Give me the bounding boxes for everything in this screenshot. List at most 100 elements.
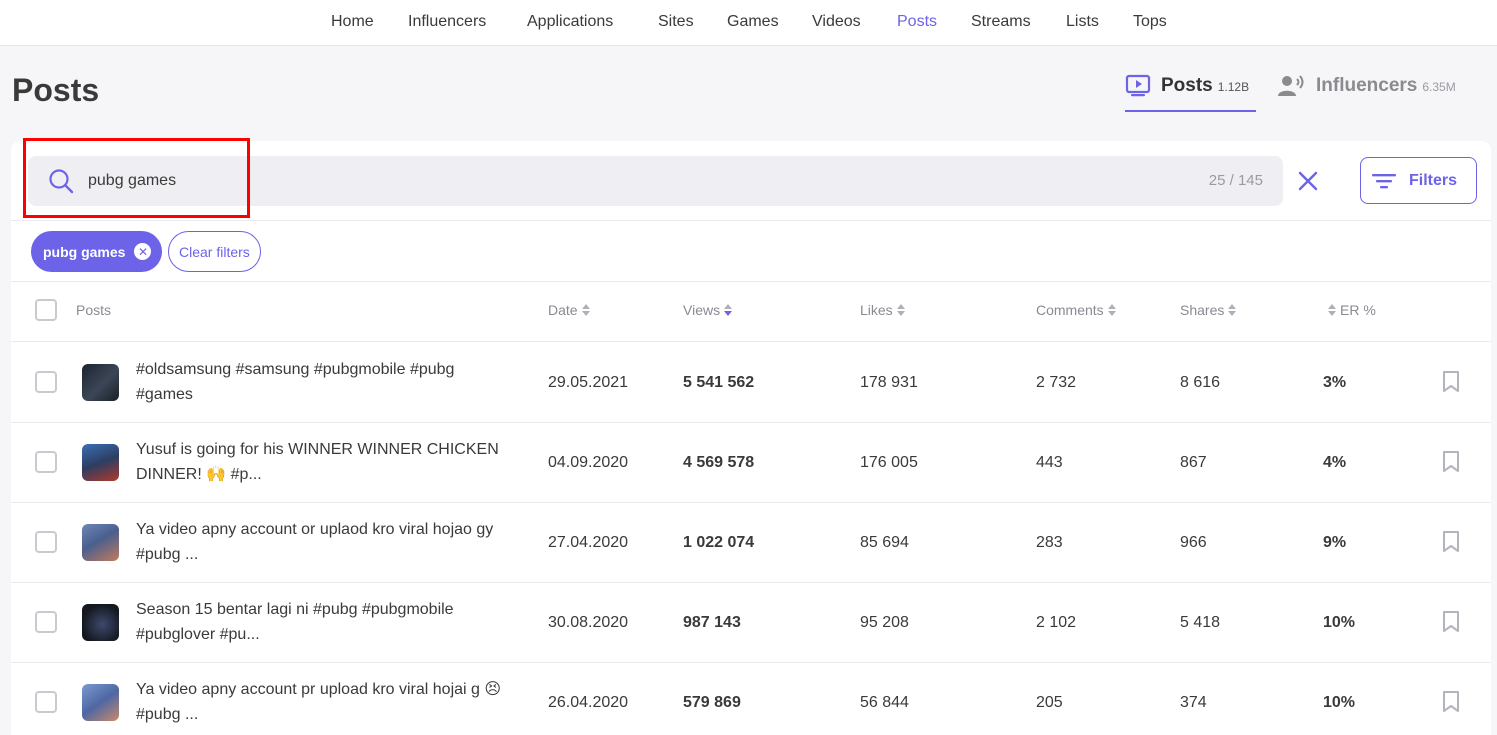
sort-icon — [1107, 304, 1116, 316]
tab-influencers[interactable]: Influencers 6.35M — [1278, 72, 1468, 112]
top-navigation: Home Influencers Applications Sites Game… — [0, 0, 1497, 46]
divider — [11, 422, 1491, 423]
nav-posts[interactable]: Posts — [897, 13, 937, 31]
row-checkbox[interactable] — [35, 451, 57, 473]
post-thumbnail[interactable] — [82, 684, 119, 721]
divider — [11, 220, 1491, 221]
cell-er: 4% — [1323, 454, 1347, 471]
cell-views: 579 869 — [683, 694, 741, 711]
post-thumbnail[interactable] — [82, 604, 119, 641]
bookmark-icon[interactable] — [1442, 531, 1460, 553]
close-icon[interactable] — [1296, 169, 1320, 193]
header-shares-label: Shares — [1180, 302, 1225, 318]
header-date-label: Date — [548, 302, 578, 318]
cell-views: 4 569 578 — [683, 454, 755, 471]
row-checkbox[interactable] — [35, 691, 57, 713]
header-comments[interactable]: Comments — [1036, 302, 1116, 318]
divider — [11, 662, 1491, 663]
cell-views: 987 143 — [683, 614, 741, 631]
post-title[interactable]: Ya video apny account or uplaod kro vira… — [136, 517, 506, 567]
nav-lists[interactable]: Lists — [1066, 13, 1099, 31]
cell-comments: 283 — [1036, 534, 1063, 551]
cell-er: 9% — [1323, 534, 1347, 551]
filter-lines-icon — [1372, 173, 1396, 188]
header-er-label: ER % — [1340, 302, 1376, 318]
tab-influencers-label: Influencers — [1316, 75, 1418, 96]
header-er[interactable]: ER % — [1328, 302, 1376, 318]
cell-shares: 867 — [1180, 454, 1207, 471]
cell-date: 29.05.2021 — [548, 374, 629, 391]
search-icon — [49, 169, 74, 194]
nav-influencers[interactable]: Influencers — [408, 13, 486, 31]
filter-chip-label: pubg games — [43, 243, 126, 260]
filter-chip[interactable]: pubg games ✕ — [31, 231, 163, 272]
search-result-counter: 25 / 145 — [1208, 172, 1263, 189]
cell-views: 5 541 562 — [683, 374, 755, 391]
nav-home[interactable]: Home — [331, 13, 374, 31]
cell-date: 27.04.2020 — [548, 534, 629, 551]
cell-comments: 205 — [1036, 694, 1063, 711]
post-title[interactable]: Ya video apny account pr upload kro vira… — [136, 677, 506, 727]
post-title[interactable]: Yusuf is going for his WINNER WINNER CHI… — [136, 437, 506, 487]
row-checkbox[interactable] — [35, 371, 57, 393]
cell-likes: 176 005 — [860, 454, 918, 471]
select-all-checkbox[interactable] — [35, 299, 57, 321]
bookmark-icon[interactable] — [1442, 371, 1460, 393]
post-thumbnail[interactable] — [82, 524, 119, 561]
header-date[interactable]: Date — [548, 302, 590, 318]
chip-remove-icon[interactable]: ✕ — [134, 243, 152, 260]
header-views[interactable]: Views — [683, 302, 733, 318]
bookmark-icon[interactable] — [1442, 451, 1460, 473]
cell-comments: 443 — [1036, 454, 1063, 471]
header-shares[interactable]: Shares — [1180, 302, 1237, 318]
cell-comments: 2 102 — [1036, 614, 1077, 631]
clear-filters-button[interactable]: Clear filters — [168, 231, 261, 272]
cell-likes: 178 931 — [860, 374, 918, 391]
nav-games[interactable]: Games — [727, 13, 779, 31]
row-checkbox[interactable] — [35, 611, 57, 633]
post-title[interactable]: #oldsamsung #samsung #pubgmobile #pubg #… — [136, 357, 506, 407]
cell-shares: 8 616 — [1180, 374, 1221, 391]
divider — [11, 341, 1491, 342]
cell-comments: 2 732 — [1036, 374, 1077, 391]
cell-date: 04.09.2020 — [548, 454, 629, 471]
cell-er: 10% — [1323, 694, 1356, 711]
bookmark-icon[interactable] — [1442, 691, 1460, 713]
divider — [11, 281, 1491, 282]
tab-posts[interactable]: Posts 1.12B — [1125, 72, 1256, 112]
post-title[interactable]: Season 15 bentar lagi ni #pubg #pubgmobi… — [136, 597, 506, 647]
nav-tops[interactable]: Tops — [1133, 13, 1167, 31]
header-comments-label: Comments — [1036, 302, 1104, 318]
cell-shares: 374 — [1180, 694, 1207, 711]
search-input[interactable] — [88, 168, 1088, 194]
speaker-person-icon — [1278, 75, 1304, 96]
bookmark-icon[interactable] — [1442, 611, 1460, 633]
nav-sites[interactable]: Sites — [658, 13, 694, 31]
header-views-label: Views — [683, 302, 721, 318]
cell-likes: 95 208 — [860, 614, 909, 631]
cell-date: 26.04.2020 — [548, 694, 629, 711]
nav-applications[interactable]: Applications — [527, 13, 613, 31]
cell-er: 10% — [1323, 614, 1356, 631]
cell-shares: 5 418 — [1180, 614, 1221, 631]
play-screen-icon — [1125, 74, 1151, 97]
row-checkbox[interactable] — [35, 531, 57, 553]
post-thumbnail[interactable] — [82, 444, 119, 481]
header-likes[interactable]: Likes — [860, 302, 905, 318]
divider — [11, 502, 1491, 503]
cell-er: 3% — [1323, 374, 1347, 391]
tab-posts-label: Posts — [1161, 75, 1213, 96]
cell-date: 30.08.2020 — [548, 614, 629, 631]
cell-likes: 85 694 — [860, 534, 909, 551]
nav-streams[interactable]: Streams — [971, 13, 1031, 31]
filters-button-label: Filters — [1409, 171, 1458, 189]
sort-icon — [1328, 304, 1336, 316]
cell-shares: 966 — [1180, 534, 1207, 551]
sort-icon — [1228, 304, 1237, 316]
header-likes-label: Likes — [860, 302, 893, 318]
nav-videos[interactable]: Videos — [812, 13, 861, 31]
post-thumbnail[interactable] — [82, 364, 119, 401]
filters-button[interactable]: Filters — [1360, 157, 1477, 204]
cell-views: 1 022 074 — [683, 534, 755, 551]
header-posts: Posts — [76, 302, 112, 318]
